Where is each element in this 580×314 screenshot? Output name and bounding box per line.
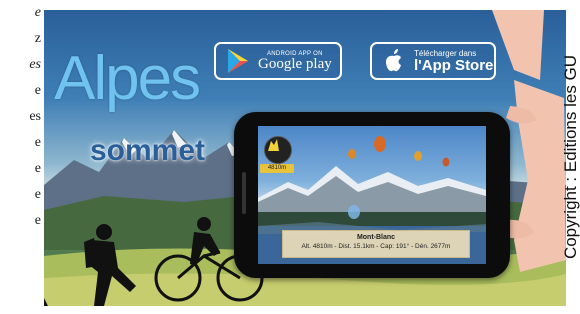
title-sommet: sommet — [90, 134, 206, 167]
cropped-text-column: e z es e es e e e e — [0, 0, 44, 314]
app-store-button[interactable]: Télécharger dans l'App Store — [370, 42, 496, 80]
title-alpes: Alpes — [54, 44, 201, 113]
copyright-notice: Copyright : Editions les GU — [561, 0, 580, 314]
google-play-icon — [224, 47, 252, 75]
text-line: e — [34, 187, 41, 202]
peak-name: Mont-Blanc — [356, 234, 396, 241]
text-line: e — [34, 135, 41, 150]
text-line: e — [34, 161, 41, 176]
ad-banner: Alpes sommet ANDROID APP ON Google play … — [44, 10, 566, 306]
text-line: e — [34, 213, 41, 228]
smartphone: 4810m Mont-Blanc Alt. 4810m - Dist. 15.1… — [234, 112, 510, 278]
app-store-label: l'App Store — [414, 56, 494, 74]
phone-speaker — [242, 172, 246, 214]
location-badge-icon[interactable] — [264, 136, 292, 164]
text-line: es — [29, 57, 41, 72]
text-line: e — [34, 83, 41, 98]
text-line: es — [29, 109, 41, 124]
copyright-text: Copyright : Editions les GU — [561, 54, 580, 260]
google-play-button[interactable]: ANDROID APP ON Google play — [214, 42, 342, 80]
text-line: e — [34, 5, 41, 20]
peak-details: Alt. 4810m - Dist. 15.1km - Cap: 191° - … — [301, 243, 451, 250]
altitude-badge: 4810m — [260, 164, 294, 173]
phone-screen: 4810m Mont-Blanc Alt. 4810m - Dist. 15.1… — [258, 126, 486, 264]
apple-icon — [380, 47, 408, 75]
peak-info-panel[interactable]: Mont-Blanc Alt. 4810m - Dist. 15.1km - C… — [282, 230, 470, 258]
google-play-label: Google play — [258, 55, 332, 72]
text-line: z — [34, 31, 41, 46]
